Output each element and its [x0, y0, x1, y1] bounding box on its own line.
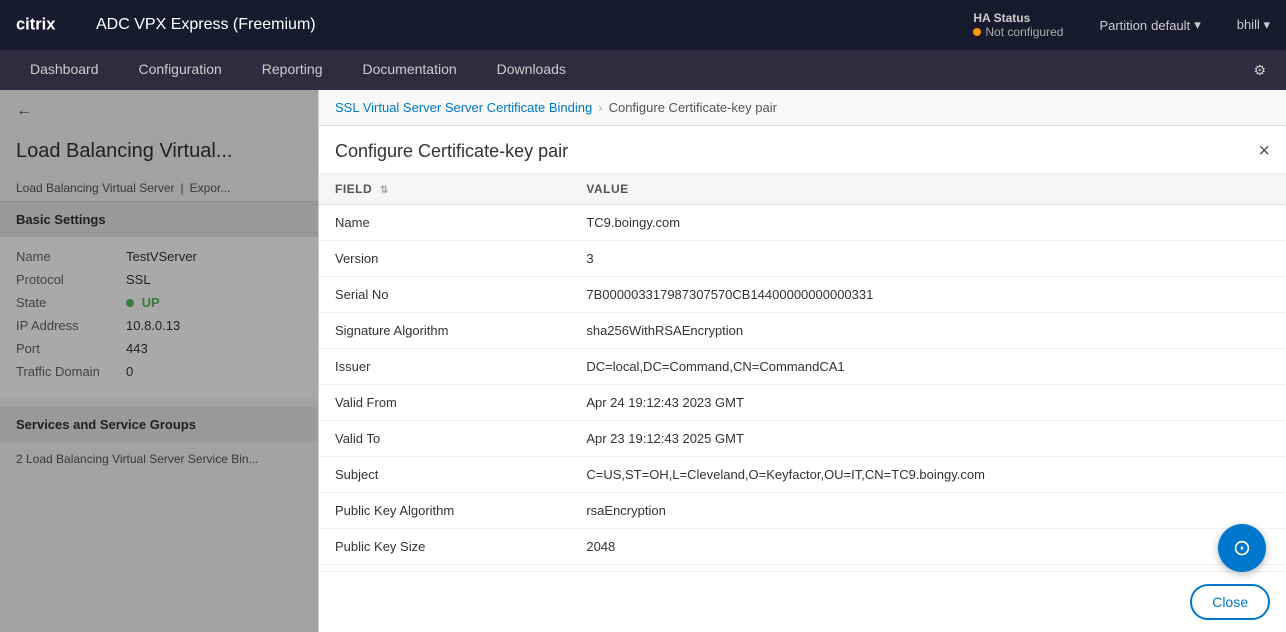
cell-value: DC=local,DC=Command,CN=CommandCA1 [570, 349, 1286, 385]
cert-table-body: NameTC9.boingy.comVersion3Serial No7B000… [319, 205, 1286, 572]
ha-status-label: HA Status [973, 11, 1030, 25]
cert-table: FIELD ⇅ VALUE NameTC9.boingy.comVersion3… [319, 174, 1286, 571]
topbar: citrix ADC VPX Express (Freemium) HA Sta… [0, 0, 1286, 50]
cell-field: Valid From [319, 385, 570, 421]
modal-close-button[interactable]: × [1258, 140, 1270, 163]
nav-configuration[interactable]: Configuration [119, 50, 242, 90]
col-field-header: FIELD ⇅ [319, 174, 570, 205]
modal-footer: Close [319, 571, 1286, 632]
cell-field: Public Key Algorithm [319, 493, 570, 529]
cell-value: Apr 23 19:12:43 2025 GMT [570, 421, 1286, 457]
nav-reporting[interactable]: Reporting [242, 50, 343, 90]
nav-documentation[interactable]: Documentation [342, 50, 476, 90]
cell-value: 2048 [570, 529, 1286, 565]
partition-value: default [1151, 18, 1190, 33]
cell-value: C=US,ST=OH,L=Cleveland,O=Keyfactor,OU=IT… [570, 457, 1286, 493]
table-row: Valid FromApr 24 19:12:43 2023 GMT [319, 385, 1286, 421]
modal-breadcrumb-current: Configure Certificate-key pair [609, 100, 777, 115]
table-row: NameTC9.boingy.com [319, 205, 1286, 241]
table-row: Version3 [319, 241, 1286, 277]
fab-button[interactable]: ⊙ [1218, 524, 1266, 572]
table-row: Public Key Size2048 [319, 529, 1286, 565]
table-row: SubjectC=US,ST=OH,L=Cleveland,O=Keyfacto… [319, 457, 1286, 493]
modal-breadcrumb-link[interactable]: SSL Virtual Server Server Certificate Bi… [335, 100, 592, 115]
cell-value: 3 [570, 241, 1286, 277]
cell-value: Apr 24 19:12:43 2023 GMT [570, 385, 1286, 421]
table-row: IssuerDC=local,DC=Command,CN=CommandCA1 [319, 349, 1286, 385]
cell-field: Subject [319, 457, 570, 493]
nav-documentation-label: Documentation [362, 61, 456, 77]
table-row: Signature Algorithmsha256WithRSAEncrypti… [319, 313, 1286, 349]
chevron-down-icon: ▾ [1194, 17, 1201, 33]
col-value-header: VALUE [570, 174, 1286, 205]
app-title: ADC VPX Express (Freemium) [96, 16, 953, 34]
close-button[interactable]: Close [1190, 584, 1270, 620]
svg-text:citrix: citrix [16, 16, 56, 34]
cell-field: Name [319, 205, 570, 241]
user-chevron-icon: ▾ [1263, 17, 1270, 32]
modal-title: Configure Certificate-key pair [335, 141, 568, 162]
cell-field: Signature Algorithm [319, 313, 570, 349]
navbar: Dashboard Configuration Reporting Docume… [0, 50, 1286, 90]
modal-title-bar: Configure Certificate-key pair × [319, 126, 1286, 174]
cell-value: sha256WithRSAEncryption [570, 313, 1286, 349]
ha-status-text: Not configured [985, 25, 1063, 39]
partition-label: Partition [1099, 18, 1147, 33]
table-row: Serial No7B000003317987307570CB144000000… [319, 277, 1286, 313]
table-row: Public Key AlgorithmrsaEncryption [319, 493, 1286, 529]
nav-configuration-label: Configuration [139, 61, 222, 77]
cell-value: TC9.boingy.com [570, 205, 1286, 241]
certificate-key-modal: SSL Virtual Server Server Certificate Bi… [318, 90, 1286, 632]
ha-status: HA Status Not configured [973, 11, 1063, 39]
compass-icon: ⊙ [1233, 535, 1251, 561]
table-header-row: FIELD ⇅ VALUE [319, 174, 1286, 205]
nav-dashboard[interactable]: Dashboard [10, 50, 119, 90]
nav-dashboard-label: Dashboard [30, 61, 99, 77]
breadcrumb-separator: › [598, 100, 602, 115]
nav-downloads-label: Downloads [497, 61, 566, 77]
cell-field: Serial No [319, 277, 570, 313]
username: bhill [1237, 17, 1260, 32]
table-row: Valid ToApr 23 19:12:43 2025 GMT [319, 421, 1286, 457]
gear-icon: ⚙ [1253, 62, 1266, 79]
sort-icon: ⇅ [380, 185, 389, 196]
content-area: ← Load Balancing Virtual... Load Balanci… [0, 90, 1286, 632]
ha-dot-icon [973, 28, 981, 36]
cell-field: Issuer [319, 349, 570, 385]
nav-reporting-label: Reporting [262, 61, 323, 77]
modal-breadcrumb: SSL Virtual Server Server Certificate Bi… [319, 90, 1286, 126]
cell-value: rsaEncryption [570, 493, 1286, 529]
nav-downloads[interactable]: Downloads [477, 50, 586, 90]
user-menu[interactable]: bhill ▾ [1237, 17, 1270, 33]
cell-field: Valid To [319, 421, 570, 457]
cell-value: 7B000003317987307570CB14400000000000331 [570, 277, 1286, 313]
ha-status-value: Not configured [973, 25, 1063, 39]
settings-button[interactable]: ⚙ [1243, 50, 1276, 90]
citrix-logo: citrix [16, 13, 76, 37]
cell-field: Public Key Size [319, 529, 570, 565]
cell-field: Version [319, 241, 570, 277]
cert-table-wrapper: FIELD ⇅ VALUE NameTC9.boingy.comVersion3… [319, 174, 1286, 571]
partition-selector[interactable]: Partition default ▾ [1099, 17, 1200, 33]
